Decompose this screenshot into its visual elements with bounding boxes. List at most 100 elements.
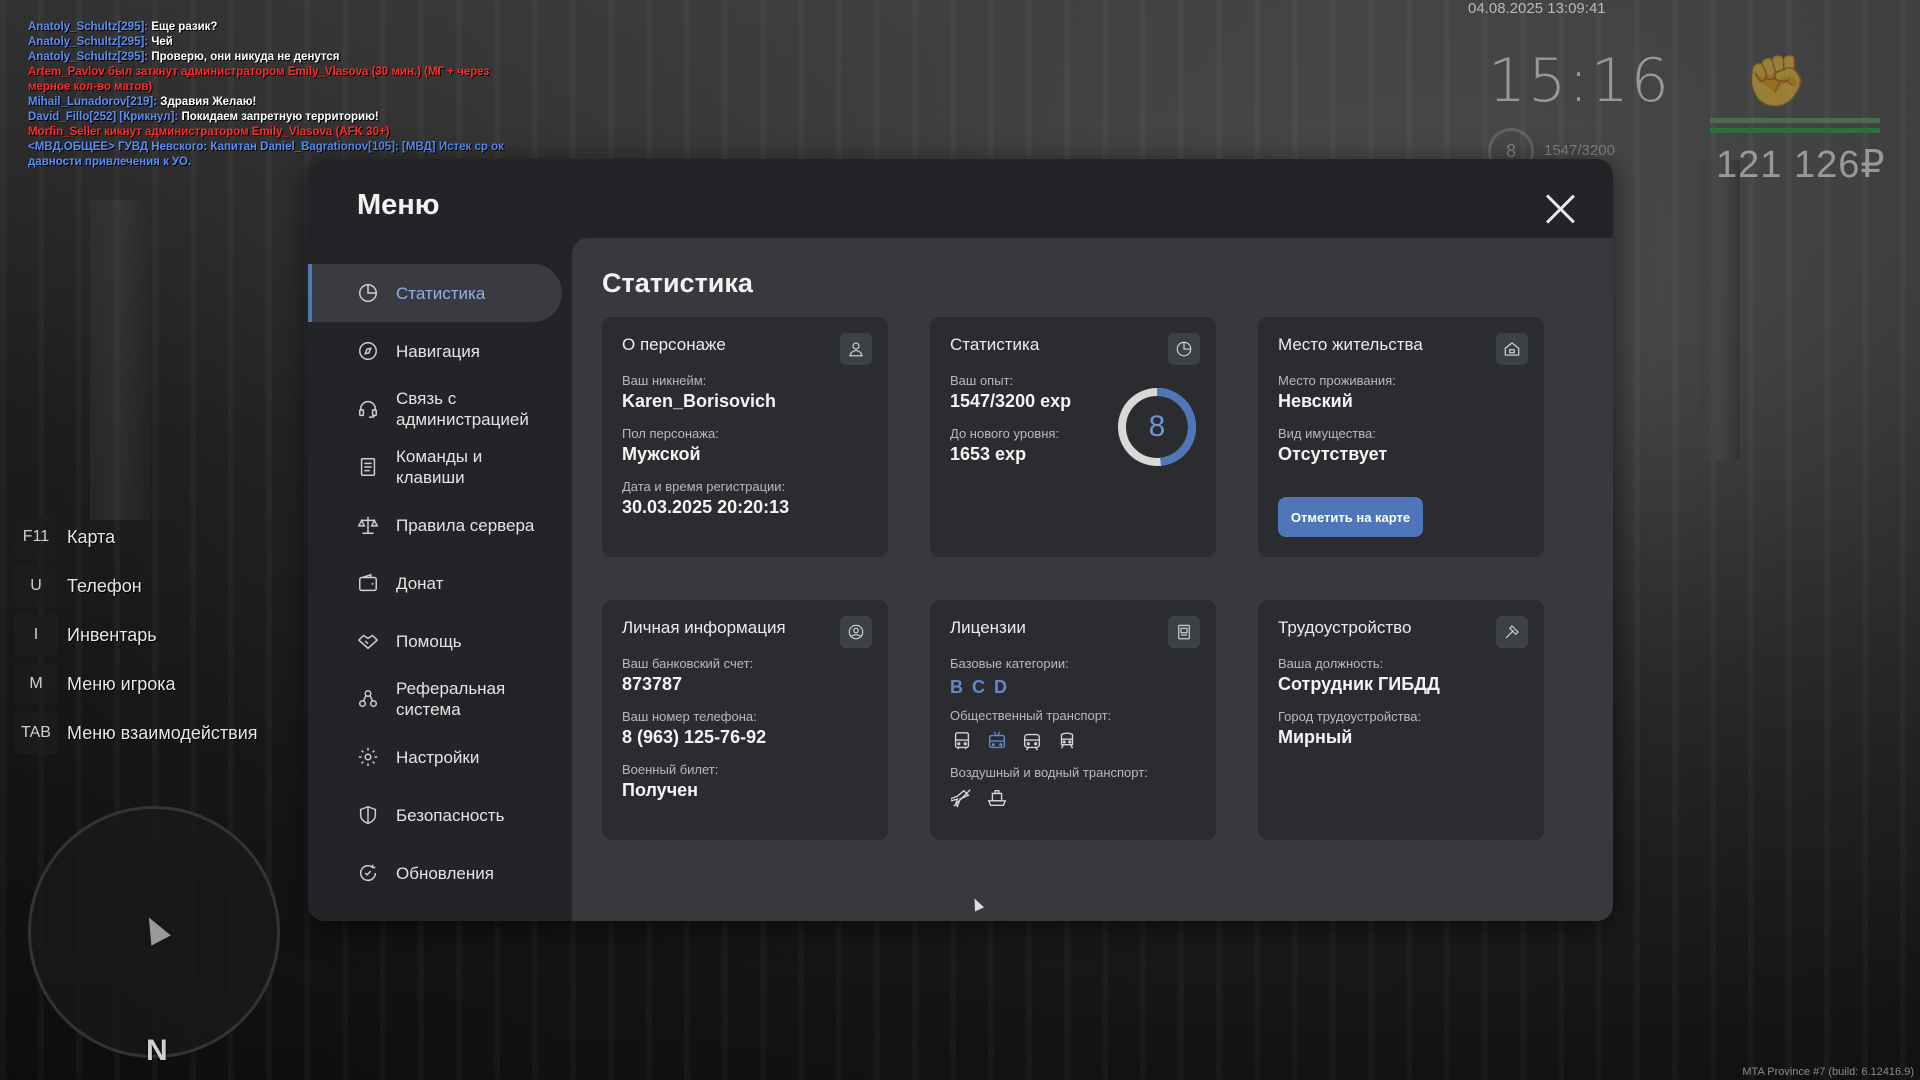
residence-value: Невский	[1278, 391, 1353, 411]
sidebar-item-label: Правила сервера	[396, 515, 535, 535]
hotkey-key: TAB	[14, 712, 58, 754]
card-statistics: Статистика Ваш опыт: 1547/3200 exp До но…	[930, 317, 1216, 557]
field-label: Ваш опыт:	[950, 373, 1014, 388]
sidebar-item-statistics[interactable]: Статистика	[308, 264, 562, 322]
hud-datetime: 04.08.2025 13:09:41	[1468, 0, 1606, 17]
trolleybus-icon	[985, 729, 1009, 753]
card-title: О персонаже	[622, 335, 726, 354]
gear-icon	[356, 745, 380, 769]
sidebar-item-navigation[interactable]: Навигация	[308, 322, 562, 380]
card-title: Лицензии	[950, 618, 1026, 637]
field-label: Пол персонажа:	[622, 426, 719, 441]
card-title: Личная информация	[622, 618, 786, 637]
hotkey-inventory[interactable]: I Инвентарь	[14, 614, 258, 656]
scene-pillar	[90, 200, 150, 520]
sidebar-item-updates[interactable]: Обновления	[308, 844, 562, 902]
headset-icon	[356, 397, 380, 421]
card-personal-info: Личная информация Ваш банковский счет: 8…	[602, 600, 888, 840]
hotkey-interaction-menu[interactable]: TAB Меню взаимодействия	[14, 712, 258, 754]
hammer-icon	[1496, 616, 1528, 648]
field-label: Ваш банковский счет:	[622, 656, 754, 671]
license-icon	[1168, 616, 1200, 648]
sidebar-item-help[interactable]: Помощь	[308, 612, 562, 670]
bank-account-value: 873787	[622, 674, 683, 694]
sidebar-item-label: Донат	[396, 573, 444, 593]
hotkey-key: I	[14, 614, 58, 656]
field-label: Общественный транспорт:	[950, 708, 1112, 723]
chat-line: Mihail_Lunadorov[219]: Здравия Желаю!	[28, 96, 257, 108]
card-employment: Трудоустройство Ваша должность: Сотрудни…	[1258, 600, 1544, 840]
mark-on-map-button[interactable]: Отметить на карте	[1278, 497, 1423, 537]
sidebar-item-admin-contact[interactable]: Связь с администрацией	[308, 380, 562, 438]
field-label: Ваша должность:	[1278, 656, 1384, 671]
hotkey-list: F11 Карта U Телефон I Инвентарь M Меню и…	[14, 516, 258, 761]
hud-clock: 15:16	[1488, 46, 1671, 116]
sidebar-item-settings[interactable]: Настройки	[308, 728, 562, 786]
sidebar-item-label: Связь с администрацией	[396, 389, 529, 429]
card-title: Статистика	[950, 335, 1040, 354]
sidebar-item-label: Навигация	[396, 341, 480, 361]
license-category: C	[972, 677, 985, 697]
handshake-icon	[356, 629, 380, 653]
chat-line: Morfin_Seller кикнут администратором Emi…	[28, 126, 390, 138]
hotkey-player-menu[interactable]: M Меню игрока	[14, 663, 258, 705]
wallet-icon	[356, 571, 380, 595]
hud-exp: 1547/3200	[1544, 142, 1615, 159]
pie-chart-icon	[1168, 333, 1200, 365]
field-label: Место проживания:	[1278, 373, 1396, 388]
content-title: Статистика	[602, 268, 753, 298]
card-title: Трудоустройство	[1278, 618, 1412, 637]
registration-value: 30.03.2025 20:20:13	[622, 497, 790, 517]
hotkey-map[interactable]: F11 Карта	[14, 516, 258, 558]
hotkey-label: Меню игрока	[67, 673, 176, 694]
sidebar-item-security[interactable]: Безопасность	[308, 786, 562, 844]
gender-value: Мужской	[622, 444, 701, 464]
card-character: О персонаже Ваш никнейм: Karen_Borisovic…	[602, 317, 888, 557]
close-icon[interactable]	[1544, 193, 1576, 225]
sidebar-item-label: Статистика	[396, 283, 486, 303]
sidebar-item-referral[interactable]: Реферальная система	[308, 670, 562, 728]
train-icon	[1055, 729, 1079, 753]
hotkey-label: Меню взаимодействия	[67, 722, 258, 743]
sidebar-item-label: Реферальная система	[396, 679, 506, 719]
license-category: D	[994, 677, 1007, 697]
plane-icon	[950, 786, 974, 810]
hotkey-label: Инвентарь	[67, 624, 157, 645]
chat-line: Artem_Pavlov был заткнут администратором…	[28, 66, 490, 93]
scales-icon	[356, 513, 380, 537]
sidebar-item-rules[interactable]: Правила сервера	[308, 496, 562, 554]
position-value: Сотрудник ГИБДД	[1278, 674, 1440, 694]
sidebar-item-label: Помощь	[396, 631, 462, 651]
sidebar-item-label: Настройки	[396, 747, 480, 767]
hud-health-bar	[1710, 118, 1880, 123]
content-panel: Статистика О персонаже Ваш никнейм: Kare…	[572, 238, 1613, 921]
tram-icon	[1020, 729, 1044, 753]
hotkey-phone[interactable]: U Телефон	[14, 565, 258, 607]
chat-line: Anatoly_Schultz[295]: Еще разик?	[28, 21, 218, 33]
card-licenses: Лицензии Базовые категории: BCD Обществе…	[930, 600, 1216, 840]
user-icon	[840, 333, 872, 365]
hud-armor-bar	[1710, 128, 1880, 133]
menu-window: Меню Статистика Навигация Связь с админи…	[308, 159, 1613, 921]
air-water-transport-icons	[950, 786, 1196, 810]
sidebar-item-donate[interactable]: Донат	[308, 554, 562, 612]
sidebar-item-commands[interactable]: Команды и клавиши	[308, 438, 562, 496]
chat-line: Anatoly_Schultz[295]: Проверю, они никуд…	[28, 51, 340, 63]
sidebar-item-label: Безопасность	[396, 805, 505, 825]
fist-icon: ✊	[1745, 53, 1808, 109]
employment-city-value: Мирный	[1278, 727, 1353, 747]
shield-icon	[356, 803, 380, 827]
scene-pillar	[1700, 160, 1740, 460]
hotkey-key: F11	[14, 516, 58, 558]
radar-north-label: N	[146, 1034, 168, 1067]
bus-icon	[950, 729, 974, 753]
chat-log: Anatoly_Schultz[295]: Еще разик? Anatoly…	[28, 20, 508, 170]
level-number: 8	[1148, 410, 1166, 443]
chat-line: Anatoly_Schultz[295]: Чей	[28, 36, 173, 48]
menu-title: Меню	[357, 189, 440, 221]
compass-icon	[356, 339, 380, 363]
field-label: Воздушный и водный транспорт:	[950, 765, 1148, 780]
phone-value: 8 (963) 125-76-92	[622, 727, 767, 747]
field-label: Вид имущества:	[1278, 426, 1376, 441]
hotkey-label: Телефон	[67, 575, 142, 596]
